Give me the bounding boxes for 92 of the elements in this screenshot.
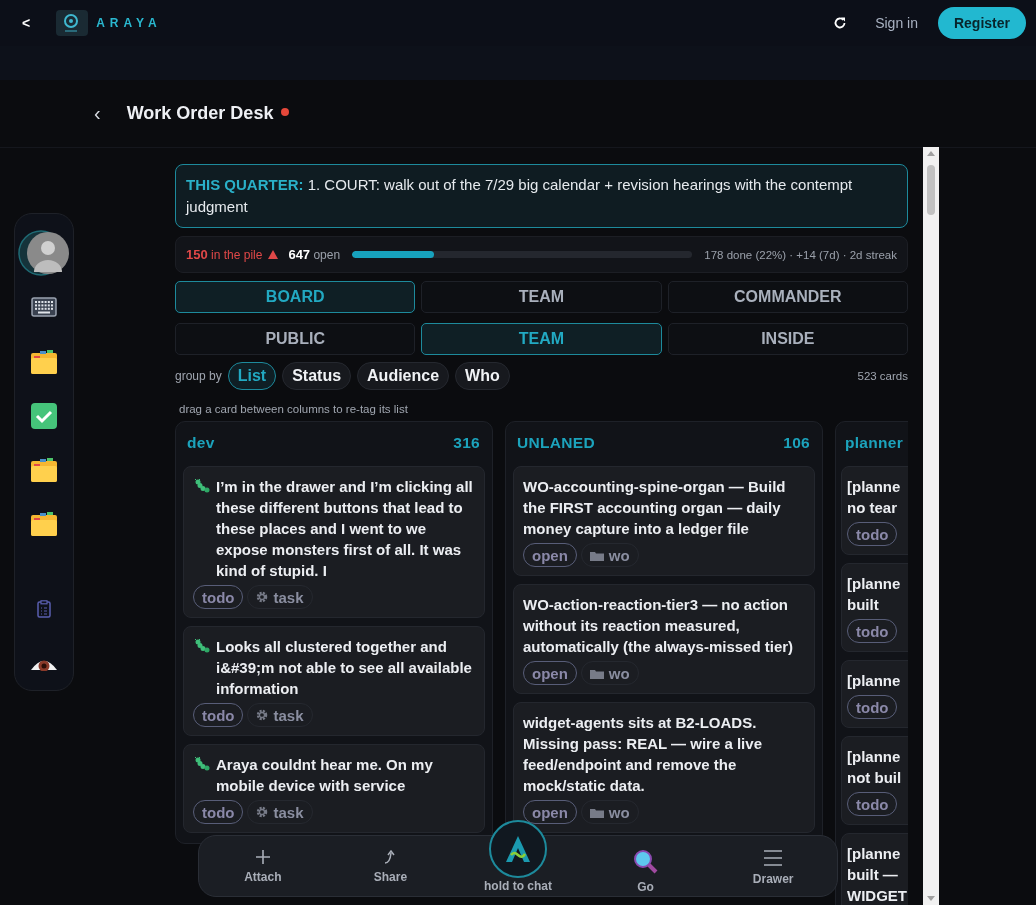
column-title: UNLANED — [517, 434, 595, 452]
tag-text: wo — [608, 546, 630, 564]
column-count: 106 — [783, 434, 810, 452]
task-card[interactable]: Looks all clustered together and i&#39;m not able to see all available information todo task — [183, 626, 485, 736]
gear-icon — [256, 591, 269, 603]
share-arrow-icon — [383, 850, 398, 864]
dock-button[interactable]: Drawer — [709, 836, 837, 887]
scrollbar[interactable] — [923, 147, 939, 905]
card-text: [planne — [847, 671, 902, 691]
card-text: Looks all clustered together and i&#39;m not able to see all available information — [216, 637, 473, 699]
gear-icon — [256, 806, 269, 818]
logo-icon — [506, 836, 530, 862]
audience-tab[interactable]: INSIDE — [667, 323, 908, 355]
menu-icon — [764, 850, 783, 866]
logo-icon — [56, 10, 89, 36]
column-title: dev — [187, 434, 215, 452]
tag-text: wo — [608, 664, 630, 682]
register-button[interactable]: Register — [937, 7, 1026, 39]
caterpillar-icon — [194, 757, 210, 771]
view-tab[interactable]: TEAM — [421, 281, 662, 313]
card-text: WIDGET — [847, 886, 908, 905]
card-text: WO-action-reaction-tier3 — no action without its reaction measured, automatically (the always-missed tier) — [523, 595, 795, 657]
caterpillar-icon — [194, 639, 210, 653]
card-text: not buil — [847, 768, 903, 788]
task-card[interactable]: WO-accounting-spine-organ — Build the FIRST accounting organ — daily money capture into a ledger file open wo — [513, 466, 815, 576]
task-card[interactable]: [planne no tear todo — [841, 466, 908, 555]
task-card[interactable]: [planne built — WIDGET — [841, 833, 908, 905]
quarter-banner: THIS QUARTER: 1. COURT: walk out of the 7/29 big calendar + revision hearings with the contempt judgment — [175, 164, 908, 228]
tag-text: task — [273, 588, 304, 606]
card-text: Araya couldnt hear me. On my mobile device with service — [216, 755, 434, 796]
card-text: built — — [847, 865, 899, 885]
column-title: planner — [845, 434, 904, 452]
progress-summary: 178 done (22%) · +14 (7d) · 2d streak — [704, 248, 897, 261]
view-tab[interactable]: BOARD — [175, 281, 416, 313]
group-by-label: group by — [175, 369, 222, 383]
audience-tab[interactable]: TEAM — [421, 323, 662, 355]
keyboard-icon[interactable] — [31, 297, 57, 318]
card-text: WO-accounting-spine-organ — Build the FIRST accounting organ — daily money capture into a ledger file — [523, 477, 787, 539]
back-button[interactable]: < — [22, 15, 31, 31]
task-card[interactable]: [planne built todo — [841, 563, 908, 652]
dock-button[interactable]: Attach — [199, 836, 327, 885]
checkmark-icon[interactable] — [31, 402, 57, 429]
audience-tab[interactable]: PUBLIC — [175, 323, 416, 355]
group-chip[interactable]: Who — [455, 362, 510, 390]
dock-button[interactable]: Go — [581, 836, 710, 895]
back-button[interactable]: ‹ — [94, 102, 101, 125]
card-text: I’m in the drawer and I’m clicking all these different buttons that lead to these places and I went to we expose monsters first of all. It was kind of stupid. I — [216, 477, 474, 581]
card-text: built — [847, 595, 880, 615]
card-text: [planne — [847, 477, 902, 497]
dock-button[interactable]: Share — [326, 836, 455, 885]
chat-button[interactable] — [489, 820, 547, 878]
search-icon — [633, 850, 658, 874]
caterpillar-icon — [194, 479, 210, 493]
open-count: 647 open — [288, 247, 341, 262]
task-card[interactable]: WO-action-reaction-tier3 — no action without its reaction measured, automatically (the always-missed tier) open wo — [513, 584, 815, 694]
view-tab[interactable]: COMMANDER — [667, 281, 908, 313]
column-count: 316 — [453, 434, 480, 452]
folder-icon — [589, 667, 604, 679]
tag-text: wo — [608, 803, 630, 821]
group-chip[interactable]: Audience — [357, 362, 450, 390]
page-title: Work Order Desk — [126, 103, 274, 124]
up-triangle-icon — [268, 250, 279, 259]
card-count: 523 cards — [857, 370, 908, 382]
task-card[interactable]: [planne todo — [841, 660, 908, 728]
folder-icon[interactable] — [30, 348, 58, 375]
dock-label: hold to chat — [484, 879, 552, 893]
tag-text: task — [273, 706, 304, 724]
group-chip[interactable]: List — [227, 362, 277, 390]
folder-icon — [589, 549, 604, 561]
avatar-icon[interactable] — [18, 230, 70, 277]
folder-icon[interactable] — [30, 457, 58, 484]
task-card[interactable]: Araya couldnt hear me. On my mobile device with service todo task — [183, 744, 485, 833]
brand-name: ARAYA — [96, 16, 162, 30]
card-text: [planne — [847, 574, 902, 594]
task-card[interactable]: widget-agents sits at B2-LOADS. Missing pass: REAL — wire a live feed/endpoint and remove the mock/static data. open wo — [513, 702, 815, 833]
card-text: no tear — [847, 498, 898, 518]
tag-text: task — [273, 803, 304, 821]
group-chip[interactable]: Status — [282, 362, 352, 390]
task-card[interactable]: I’m in the drawer and I’m clicking all these different buttons that lead to these places and I went to we expose monsters first of all. It was kind of stupid. I todo task — [183, 466, 485, 618]
folder-icon — [589, 806, 604, 818]
task-card[interactable]: [planne not buil todo — [841, 736, 908, 825]
clipboard-icon[interactable] — [37, 599, 51, 618]
card-text: widget-agents sits at B2-LOADS. Missing pass: REAL — wire a live feed/endpoint and remove the mock/static data. — [523, 713, 763, 796]
hint-text: drag a card between columns to re-tag its list — [179, 403, 409, 415]
card-text: [planne — [847, 747, 902, 767]
card-text: [planne — [847, 844, 902, 864]
refresh-icon[interactable] — [833, 16, 848, 30]
pile-count: 150 in the pile — [186, 247, 263, 262]
sign-in-link[interactable]: Sign in — [867, 15, 926, 31]
folder-icon[interactable] — [30, 511, 58, 538]
gear-icon — [256, 709, 269, 721]
plus-icon — [255, 850, 270, 864]
